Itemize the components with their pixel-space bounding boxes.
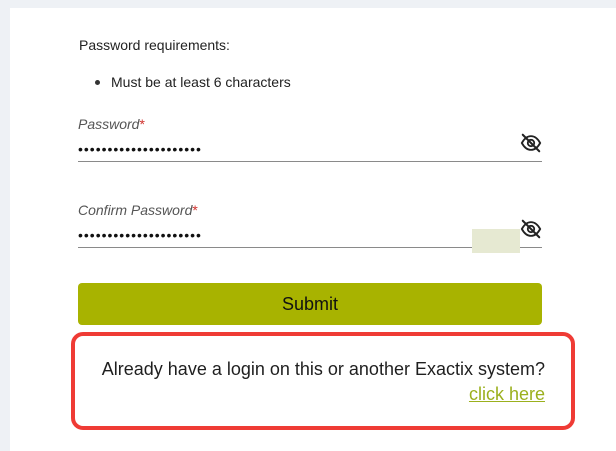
existing-login-text: Already have a login on this or another … (101, 357, 545, 407)
requirement-item: Must be at least 6 characters (95, 74, 291, 90)
required-marker: * (192, 202, 198, 218)
click-here-link[interactable]: click here (469, 384, 545, 404)
bullet (95, 79, 100, 85)
requirement-text: Must be at least 6 characters (111, 74, 291, 90)
eye-slash-icon[interactable] (520, 218, 542, 240)
existing-login-prompt: Already have a login on this or another … (101, 359, 545, 379)
existing-login-callout: Already have a login on this or another … (71, 332, 575, 430)
highlight-smudge (472, 229, 520, 253)
eye-slash-icon[interactable] (520, 132, 542, 154)
password-field: Password* (78, 114, 542, 162)
password-input[interactable] (78, 138, 498, 160)
required-marker: * (139, 116, 145, 132)
confirm-password-input[interactable] (78, 224, 498, 246)
requirements-heading: Password requirements: (79, 37, 230, 53)
requirements-list: Must be at least 6 characters (95, 74, 291, 90)
password-label: Password* (78, 116, 145, 132)
confirm-password-label: Confirm Password* (78, 202, 198, 218)
submit-button[interactable]: Submit (78, 283, 542, 325)
